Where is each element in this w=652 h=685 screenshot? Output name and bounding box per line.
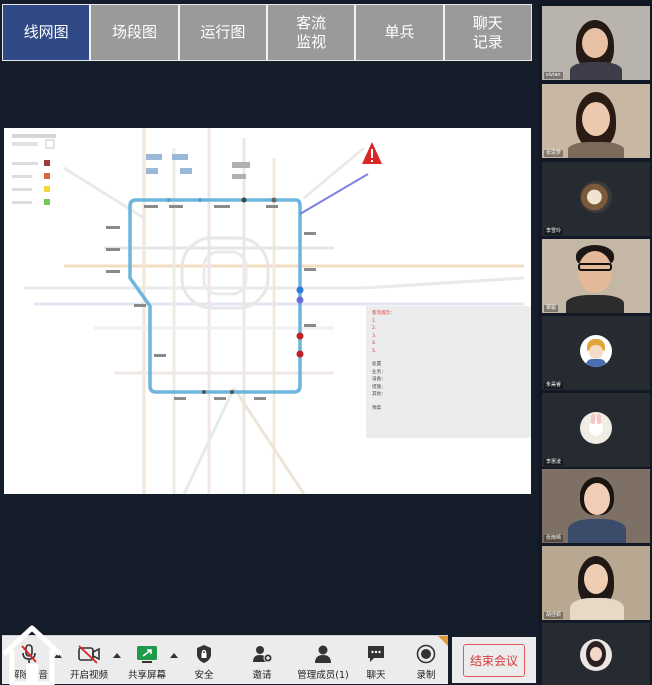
corner-badge (438, 636, 448, 646)
notes-black-line: 业务： (372, 369, 386, 375)
tab-bar: 线网图 场段图 运行图 客流 监视 单兵 聊天 记录 (2, 4, 532, 61)
participant-name: 胡佳颖 (544, 612, 564, 619)
share-screen-icon (135, 643, 159, 665)
participant-name: sivian (544, 72, 563, 79)
chat-bubble-icon (365, 643, 387, 665)
participant-name: 李雪玲 (544, 228, 564, 235)
tab-yard-section[interactable]: 场段图 (89, 5, 178, 60)
invite-label: 邀请 (252, 670, 272, 681)
map-legend (12, 134, 56, 205)
participant-avatar (580, 335, 612, 367)
participant-tile[interactable]: 覃骏 (542, 239, 650, 313)
participant-avatar (580, 639, 612, 671)
participant-avatar (580, 412, 612, 444)
participant-name: 朱昊睿 (544, 382, 564, 389)
tab-single-soldier[interactable]: 单兵 (354, 5, 443, 60)
participant-tile[interactable]: 朱昊睿 (542, 316, 650, 390)
participant-tile[interactable]: 李雪玲 (542, 162, 650, 236)
participant-tile[interactable]: 李惠凌 (542, 393, 650, 467)
notes-red-line: 5. (372, 348, 377, 354)
start-video-label: 开启视频 (69, 670, 108, 681)
participant-tile[interactable] (542, 623, 650, 685)
participant-name: 李惠凌 (544, 459, 564, 466)
shared-screen-slide: 客流提示： 1. 2. 3. 4. 5. 处置 业务： 设备： 措施： 其他： … (4, 128, 531, 494)
participant-tile[interactable]: 胡佳颖 (542, 546, 650, 620)
record-label: 录制 (416, 670, 436, 681)
tab-line-network[interactable]: 线网图 (3, 5, 90, 60)
participant-tile[interactable]: sivian (542, 6, 650, 80)
incident-notes-box: 客流提示： 1. 2. 3. 4. 5. 处置 业务： 设备： 措施： 其他： … (366, 306, 531, 438)
camera-off-icon (77, 643, 101, 665)
notes-red-line: 3. (372, 333, 377, 339)
warning-icon (362, 142, 382, 164)
manage-participants-label: 管理成员(1) (297, 670, 349, 681)
notes-red-line: 2. (372, 326, 377, 331)
video-options-caret[interactable] (113, 653, 121, 658)
user-icon (312, 643, 334, 665)
invite-button[interactable]: 邀请 (242, 636, 282, 684)
notes-red-line: 客流提示： (372, 311, 395, 316)
participant-tile[interactable]: 张雨晴 (542, 469, 650, 543)
record-icon (415, 643, 437, 665)
tab-chat-record[interactable]: 聊天 记录 (442, 5, 531, 60)
security-label: 安全 (194, 670, 214, 681)
notes-black-line: 措施： (372, 384, 386, 390)
start-video-button[interactable]: 开启视频 (64, 636, 114, 684)
participant-tile[interactable]: 张思梦 (542, 84, 650, 158)
participant-name: 覃骏 (544, 305, 559, 312)
meeting-toolbar: 解除静音 开启视频 共享屏幕 安全 邀请 管理成员(1) (2, 635, 448, 684)
notes-black-line: 设备： (372, 377, 386, 382)
tab-passenger-monitor[interactable]: 客流 监视 (265, 5, 355, 60)
chat-button[interactable]: 聊天 (356, 636, 396, 684)
share-screen-label: 共享屏幕 (127, 670, 166, 681)
notes-black-line: 处置 (372, 362, 382, 367)
manage-participants-button[interactable]: 管理成员(1) (292, 636, 354, 684)
shield-icon (194, 643, 214, 665)
notes-red-line: 4. (372, 341, 377, 346)
participant-avatar (580, 181, 612, 213)
chat-label: 聊天 (366, 670, 386, 681)
participant-name: 张雨晴 (544, 535, 564, 542)
notes-black-line: 其他： (372, 392, 386, 397)
share-options-caret[interactable] (170, 653, 178, 658)
add-user-icon (251, 643, 273, 665)
notes-red-line: 1. (372, 318, 377, 324)
end-meeting-button[interactable]: 结束会议 (462, 643, 525, 677)
participants-panel: sivian 张思梦 李雪玲 覃骏 朱昊睿 李惠凌 张雨晴 胡佳颖 (538, 0, 652, 685)
home-icon[interactable] (0, 612, 64, 685)
participant-name: 张思梦 (544, 150, 564, 157)
notes-black-line: 预案 (372, 405, 382, 411)
end-meeting-area: 结束会议 (452, 637, 536, 683)
tab-train-diagram[interactable]: 运行图 (177, 5, 266, 60)
security-button[interactable]: 安全 (184, 636, 224, 684)
share-screen-button[interactable]: 共享屏幕 (122, 636, 172, 684)
